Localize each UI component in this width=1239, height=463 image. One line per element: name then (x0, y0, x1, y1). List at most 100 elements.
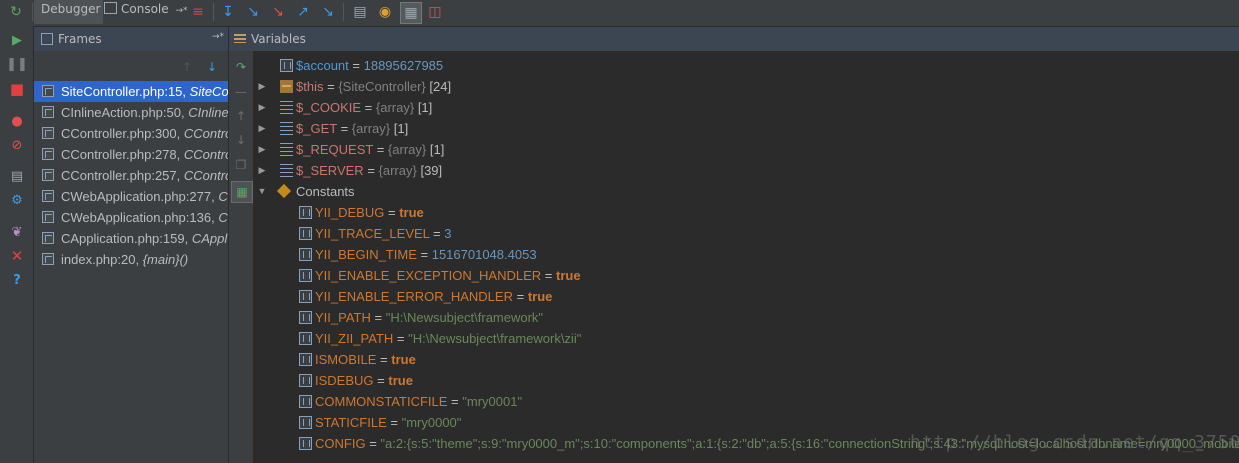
frame-row[interactable]: CController.php:300, CContro (34, 123, 228, 144)
frame-row[interactable]: CWebApplication.php:277, C (34, 186, 228, 207)
remove-watch-icon[interactable]: — (231, 82, 251, 102)
step-over-icon[interactable]: ↧ (218, 2, 238, 22)
frame-file: CApplication.php:159, (61, 231, 189, 246)
frame-file: CController.php:278, (61, 147, 181, 162)
step-out-icon[interactable]: ↗ (293, 2, 313, 22)
show-values-inline-icon[interactable]: ▦ (231, 181, 253, 203)
php-frame-icon (42, 106, 54, 118)
expand-arrow-icon[interactable]: ▶ (257, 76, 267, 97)
php-frame-icon (42, 148, 54, 160)
tab-debugger[interactable]: Debugger (34, 0, 103, 24)
constant-value: "mry0000" (401, 415, 462, 430)
move-up-icon[interactable]: ↑ (231, 106, 251, 126)
run-to-cursor-icon[interactable]: ↘ (318, 2, 338, 22)
variable-type: {array} (375, 100, 415, 115)
new-watch-icon[interactable]: ↷ (231, 57, 251, 77)
frame-row[interactable]: CController.php:278, CContro (34, 144, 228, 165)
pin-icon[interactable]: →* (175, 6, 187, 16)
constant-icon (299, 332, 312, 345)
pause-icon[interactable]: ❚❚ (6, 54, 28, 74)
restore-layout-icon[interactable]: ▦ (400, 2, 422, 24)
constant-name: YII_ENABLE_ERROR_HANDLER (315, 289, 513, 304)
constants-icon (278, 185, 291, 198)
frame-row[interactable]: index.php:20, {main}() (34, 249, 228, 270)
equals-sign: = (390, 415, 398, 430)
pin-tab-icon[interactable]: ❦ (7, 222, 27, 242)
constant-name: YII_BEGIN_TIME (315, 247, 417, 262)
frame-row[interactable]: CWebApplication.php:136, C (34, 207, 228, 228)
help-icon[interactable]: ? (7, 270, 27, 290)
object-icon (280, 80, 293, 93)
constant-name: COMMONSTATICFILE (315, 394, 448, 409)
next-frame-icon[interactable]: ↓ (207, 60, 217, 74)
variable-type: {SiteController} (338, 79, 426, 94)
equals-sign: = (451, 394, 459, 409)
gear-icon[interactable]: ⚙ (7, 190, 27, 210)
frame-method: CContro (183, 126, 228, 141)
constant-value: 1516701048.4053 (431, 247, 537, 262)
variables-actions-strip: ↷ — ↑ ↓ ❐ ▦ (229, 51, 254, 463)
evaluate-expression-icon[interactable]: ▤ (350, 2, 370, 22)
expand-arrow-icon[interactable]: ▶ (257, 139, 267, 160)
collapse-arrow-icon[interactable]: ▼ (257, 181, 267, 202)
equals-sign: = (433, 226, 441, 241)
frame-file: CWebApplication.php:277, (61, 189, 215, 204)
step-into-icon[interactable]: ↘ (243, 2, 263, 22)
frame-file: SiteController.php:15, (61, 84, 187, 99)
frame-method: C (218, 189, 228, 204)
frame-method: CContro (183, 168, 228, 183)
frame-row[interactable]: CInlineAction.php:50, CInline (34, 102, 228, 123)
move-down-icon[interactable]: ↓ (231, 130, 251, 150)
show-execution-point-icon[interactable]: ≡ (188, 2, 208, 22)
expand-arrow-icon[interactable]: ▶ (257, 160, 267, 181)
frame-method: SiteCo (189, 84, 228, 99)
variable-name: $_COOKIE (296, 100, 362, 115)
equals-sign: = (364, 100, 373, 115)
resume-icon[interactable]: ▶ (7, 30, 27, 50)
equals-sign: = (516, 289, 525, 304)
php-frame-icon (42, 232, 54, 244)
stop-icon[interactable]: ■ (7, 79, 27, 99)
tab-debugger-label: Debugger (41, 2, 101, 16)
constant-value: true (388, 373, 413, 388)
frame-row[interactable]: CController.php:257, CContro (34, 165, 228, 186)
expand-arrow-icon[interactable]: ▶ (257, 97, 267, 118)
frame-file: CController.php:300, (61, 126, 181, 141)
frame-file: index.php:20, (61, 252, 140, 267)
variable-type: {array} (378, 163, 417, 178)
constant-name: YII_TRACE_LEVEL (315, 226, 430, 241)
rerun-icon[interactable]: ↻ (6, 2, 26, 22)
variables-icon (234, 34, 246, 43)
variable-type: {array} (387, 142, 427, 157)
frame-row[interactable]: SiteController.php:15, SiteCo (34, 81, 228, 102)
copy-icon[interactable]: ❐ (231, 155, 251, 175)
constant-value: true (391, 352, 416, 367)
frame-method: C (218, 210, 228, 225)
layout-icon[interactable]: ▤ (7, 166, 27, 186)
equals-sign: = (396, 331, 405, 346)
constant-value: 3 (444, 226, 452, 241)
mute-breakpoints-icon[interactable]: ⊘ (7, 135, 27, 155)
view-breakpoints-icon[interactable]: ● (7, 111, 27, 131)
equals-sign: = (369, 436, 377, 451)
force-step-into-icon[interactable]: ↘ (268, 2, 288, 22)
variable-name: $account (296, 58, 349, 73)
pin-icon[interactable]: →* (212, 32, 224, 42)
frame-row[interactable]: CApplication.php:159, CAppl (34, 228, 228, 249)
equals-sign: = (387, 205, 396, 220)
constant-icon (299, 374, 312, 387)
settings-icon[interactable]: ◫ (425, 2, 445, 22)
toolbar-separator (32, 3, 33, 21)
constant-name: YII_PATH (315, 310, 371, 325)
php-frame-icon (42, 190, 54, 202)
watch-icon[interactable]: ◉ (375, 2, 395, 22)
variable-count: [39] (420, 163, 443, 178)
frames-header: Frames →* (34, 27, 228, 51)
watermark: http://blog.csdn.net/qq_37506868 (910, 432, 1239, 453)
equals-sign: = (380, 352, 388, 367)
previous-frame-icon[interactable]: ↑ (182, 60, 192, 74)
php-frame-icon (42, 253, 54, 265)
expand-arrow-icon[interactable]: ▶ (257, 118, 267, 139)
tab-console[interactable]: Console →* (100, 0, 196, 24)
close-icon[interactable]: ✕ (7, 246, 27, 266)
